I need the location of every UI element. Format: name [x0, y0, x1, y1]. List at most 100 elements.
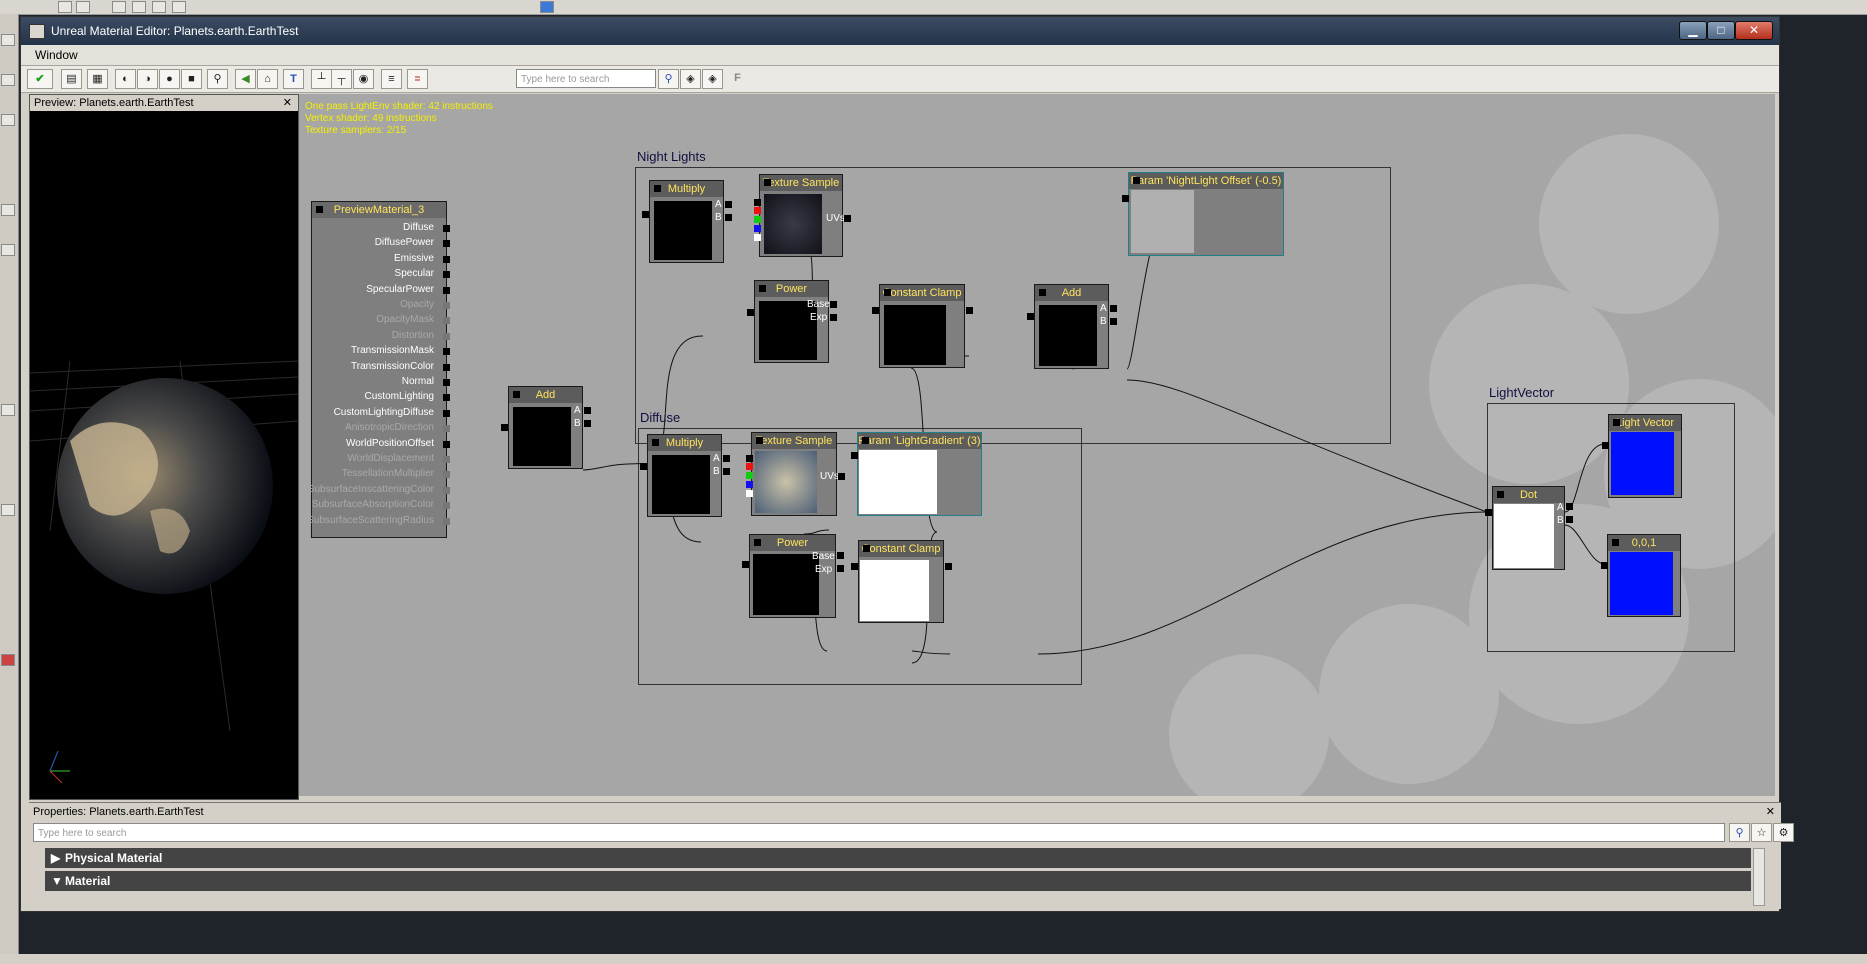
node-light-vector[interactable]: Light Vector: [1602, 414, 1682, 498]
input-pin-b[interactable]: [1566, 516, 1573, 523]
apply-checkmark-icon[interactable]: ✔: [27, 69, 53, 89]
host-mode-icon[interactable]: [1, 504, 15, 516]
preview-viewport[interactable]: [30, 111, 298, 799]
material-input-pin[interactable]: [443, 255, 450, 263]
search-prev-icon[interactable]: ◈: [680, 69, 701, 89]
cube-preview-icon[interactable]: ◑: [137, 69, 158, 89]
material-input-pin[interactable]: [443, 425, 450, 433]
host-tool-icon[interactable]: [58, 1, 72, 13]
section-physical-material[interactable]: ▶ Physical Material: [45, 848, 1751, 868]
material-input-pin[interactable]: [443, 302, 450, 309]
input-pin-b[interactable]: [723, 468, 730, 475]
output-pin[interactable]: [851, 452, 858, 459]
material-input-pin[interactable]: [443, 379, 450, 386]
output-pin[interactable]: [747, 309, 754, 316]
hierarchy-icon[interactable]: ┬: [331, 69, 352, 89]
node-constant-clamp[interactable]: Constant Clamp: [872, 284, 973, 368]
node-power[interactable]: Power Base Exp: [742, 534, 844, 618]
maximize-button[interactable]: □: [1707, 21, 1735, 40]
hlsl-code-icon[interactable]: ≣: [407, 69, 428, 89]
output-pin[interactable]: [1027, 313, 1034, 320]
node-constant-001[interactable]: 0,0,1: [1601, 534, 1681, 617]
node-param-light-gradient[interactable]: Param 'LightGradient' (3): [851, 432, 982, 516]
host-tool-icon[interactable]: [132, 1, 146, 13]
section-material[interactable]: ▼ Material: [45, 871, 1751, 891]
output-pin[interactable]: [851, 563, 858, 570]
close-button[interactable]: ✕: [1735, 21, 1773, 40]
output-pin[interactable]: [1485, 509, 1492, 516]
input-pin-base[interactable]: [830, 301, 837, 308]
material-input-pin[interactable]: [443, 456, 450, 463]
node-constant-clamp[interactable]: Constant Clamp: [851, 540, 952, 623]
play-icon[interactable]: [540, 1, 554, 13]
host-tool-icon[interactable]: [76, 1, 90, 13]
search-next-icon[interactable]: ◈: [702, 69, 723, 89]
node-add[interactable]: Add A B: [1027, 284, 1117, 369]
minimize-button[interactable]: ▁: [1679, 21, 1707, 40]
input-pin-a[interactable]: [584, 407, 591, 414]
search-icon[interactable]: ⚲: [1729, 823, 1750, 842]
find-icon[interactable]: ⚲: [207, 69, 228, 89]
material-input-pin[interactable]: [443, 394, 450, 402]
output-pin-a[interactable]: [754, 234, 761, 241]
host-mode-icon[interactable]: [1, 204, 15, 216]
favorites-icon[interactable]: ☆: [1751, 823, 1772, 842]
output-pin[interactable]: [640, 463, 647, 470]
input-pin-exp[interactable]: [837, 565, 844, 572]
material-input-pin[interactable]: [443, 440, 450, 448]
properties-close-icon[interactable]: ✕: [1766, 805, 1775, 818]
connector-icon[interactable]: ┴: [311, 69, 332, 89]
material-input-pin[interactable]: [443, 317, 450, 325]
output-pin-a[interactable]: [746, 490, 753, 497]
output-pin-r[interactable]: [754, 207, 761, 214]
output-pin-rgb[interactable]: [754, 199, 761, 206]
input-pin-uvs[interactable]: [838, 473, 845, 480]
realtime-preview-icon[interactable]: ◉: [353, 69, 374, 89]
input-pin-a[interactable]: [1566, 503, 1573, 510]
clean-nodes-icon[interactable]: ▤: [61, 69, 82, 89]
node-param-nightlight-offset[interactable]: Param 'NightLight Offset' (-0.5): [1122, 172, 1284, 256]
material-input-pin[interactable]: [443, 471, 450, 479]
home-icon[interactable]: ⌂: [257, 69, 278, 89]
material-input-pin[interactable]: [443, 332, 450, 340]
output-pin[interactable]: [742, 561, 749, 568]
host-tool-icon[interactable]: [112, 1, 126, 13]
settings-icon[interactable]: ⚙: [1773, 823, 1794, 842]
node-multiply[interactable]: Multiply A B: [642, 180, 732, 263]
toolbar-search-input[interactable]: Type here to search: [516, 69, 656, 88]
node-multiply[interactable]: Multiply A B: [640, 434, 730, 517]
output-pin-g[interactable]: [746, 472, 753, 479]
preview-close-icon[interactable]: ✕: [283, 95, 292, 111]
back-arrow-icon[interactable]: ◀: [235, 69, 256, 89]
sphere-preview-icon[interactable]: ●: [159, 69, 180, 89]
input-pin-b[interactable]: [1110, 318, 1117, 325]
material-input-pin[interactable]: [443, 240, 450, 248]
material-input-pin[interactable]: [443, 286, 450, 294]
material-input-pin[interactable]: [443, 486, 450, 494]
output-pin-rgb[interactable]: [746, 455, 753, 462]
input-pin[interactable]: [945, 563, 952, 570]
input-pin-uvs[interactable]: [844, 215, 851, 222]
function-icon[interactable]: F: [727, 69, 748, 89]
output-pin[interactable]: [872, 307, 879, 314]
material-input-pin[interactable]: [443, 409, 450, 417]
material-input-pin[interactable]: [443, 348, 450, 356]
output-pin[interactable]: [1601, 562, 1608, 569]
material-input-pin[interactable]: [443, 502, 450, 510]
node-preview-material[interactable]: PreviewMaterial_3 Diffuse DiffusePower Emi…: [307, 201, 450, 538]
input-pin-b[interactable]: [725, 214, 732, 221]
host-mode-icon[interactable]: [1, 34, 15, 46]
menu-window[interactable]: Window: [35, 48, 78, 62]
input-pin-a[interactable]: [723, 455, 730, 462]
host-mode-icon[interactable]: [1, 74, 15, 86]
node-texture-sample[interactable]: Texture Sample UVs: [754, 174, 851, 257]
host-tool-icon[interactable]: [152, 1, 166, 13]
output-pin-b[interactable]: [754, 225, 761, 232]
search-icon[interactable]: ⚲: [658, 69, 679, 89]
material-input-pin[interactable]: [443, 225, 450, 232]
output-pin[interactable]: [642, 211, 649, 218]
properties-search-input[interactable]: Type here to search: [33, 823, 1725, 842]
host-mode-icon[interactable]: [1, 114, 15, 126]
output-pin-b[interactable]: [746, 481, 753, 488]
node-power[interactable]: Power Base Exp: [747, 280, 837, 363]
